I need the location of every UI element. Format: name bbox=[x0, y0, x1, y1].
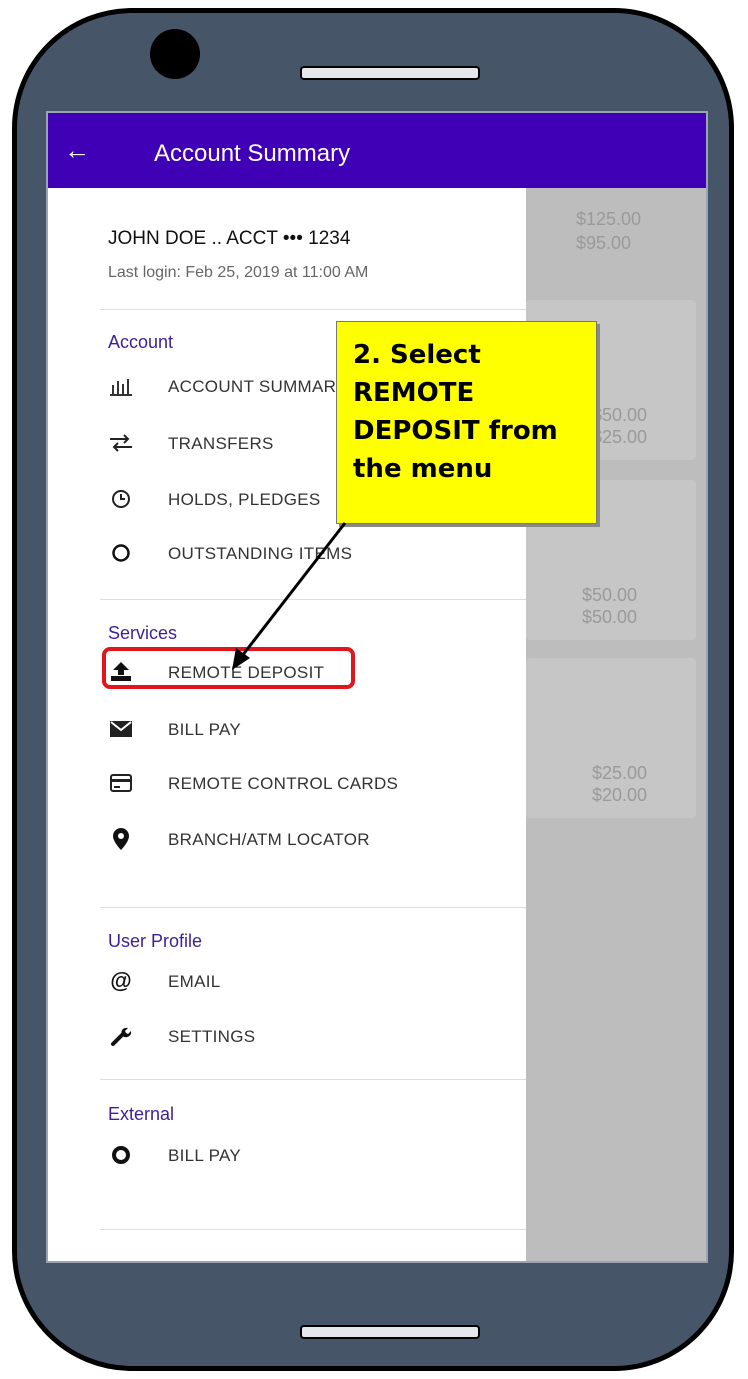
bar-chart-icon bbox=[108, 373, 134, 399]
bg-account-card: $25.00 $20.00 bbox=[526, 658, 696, 818]
clock-icon bbox=[108, 486, 134, 512]
menu-item-label: HOLDS, PLEDGES bbox=[168, 490, 321, 509]
divider bbox=[100, 1229, 526, 1230]
menu-item-label: OUTSTANDING ITEMS bbox=[168, 544, 353, 563]
home-bar bbox=[300, 1325, 480, 1339]
wrench-icon bbox=[108, 1023, 134, 1049]
instruction-callout: 2. Select REMOTE DEPOSIT from the menu bbox=[336, 321, 597, 524]
menu-item-label: BRANCH/ATM LOCATOR bbox=[168, 830, 370, 849]
menu-item-bill-pay[interactable]: BILL PAY bbox=[100, 710, 500, 750]
menu-item-label: TRANSFERS bbox=[168, 434, 274, 453]
menu-item-settings[interactable]: SETTINGS bbox=[100, 1017, 500, 1057]
speaker-grille bbox=[300, 66, 480, 80]
page-title: Account Summary bbox=[154, 140, 351, 167]
remote-deposit-highlight bbox=[102, 647, 355, 689]
menu-item-label: ACCOUNT SUMMARY bbox=[168, 377, 348, 396]
menu-item-label: REMOTE CONTROL CARDS bbox=[168, 774, 399, 793]
section-title-account: Account bbox=[108, 332, 174, 352]
circle-thick-icon bbox=[108, 1142, 134, 1168]
bg-amount: $50.00 bbox=[592, 405, 648, 425]
divider bbox=[100, 309, 526, 310]
menu-item-remote-control-cards[interactable]: REMOTE CONTROL CARDS bbox=[100, 764, 500, 804]
menu-item-outstanding-items[interactable]: OUTSTANDING ITEMS bbox=[100, 534, 500, 574]
menu-item-label: BILL PAY bbox=[168, 1146, 241, 1165]
bg-amount: $25.00 bbox=[592, 427, 648, 447]
menu-item-label: SETTINGS bbox=[168, 1027, 256, 1046]
swap-icon bbox=[108, 430, 134, 456]
bg-amount: $125.00 bbox=[576, 209, 642, 229]
menu-item-email[interactable]: @ EMAIL bbox=[100, 962, 500, 1002]
credit-card-icon bbox=[108, 770, 134, 796]
bg-amount: $50.00 bbox=[582, 607, 638, 627]
app-bar: ← Account Summary bbox=[48, 113, 706, 188]
camera-icon bbox=[150, 29, 200, 79]
menu-item-branch-atm-locator[interactable]: BRANCH/ATM LOCATOR bbox=[100, 820, 500, 860]
menu-item-label: EMAIL bbox=[168, 972, 221, 991]
account-name: JOHN DOE .. ACCT ••• 1234 bbox=[108, 228, 351, 249]
section-title-services: Services bbox=[108, 623, 178, 643]
at-icon: @ bbox=[110, 968, 132, 993]
callout-line: REMOTE bbox=[353, 378, 475, 408]
divider bbox=[100, 907, 526, 908]
callout-line: the menu bbox=[353, 454, 493, 484]
callout-line: 2. Select bbox=[353, 340, 481, 370]
circle-outline-icon bbox=[108, 540, 134, 566]
menu-item-external-bill-pay[interactable]: BILL PAY bbox=[100, 1136, 500, 1176]
callout-line: DEPOSIT from bbox=[353, 416, 558, 446]
map-pin-icon bbox=[108, 826, 134, 852]
bg-amount: $95.00 bbox=[576, 233, 632, 253]
divider bbox=[100, 599, 526, 600]
back-arrow-icon[interactable]: ← bbox=[64, 135, 90, 165]
section-title-external: External bbox=[108, 1104, 175, 1124]
last-login: Last login: Feb 25, 2019 at 11:00 AM bbox=[108, 264, 369, 281]
envelope-icon bbox=[108, 716, 134, 742]
section-title-user-profile: User Profile bbox=[108, 931, 203, 951]
bg-amount: $50.00 bbox=[582, 585, 638, 605]
menu-item-label: BILL PAY bbox=[168, 720, 241, 739]
bg-amount: $20.00 bbox=[592, 785, 648, 805]
bg-amount: $25.00 bbox=[592, 763, 648, 783]
divider bbox=[100, 1079, 526, 1080]
